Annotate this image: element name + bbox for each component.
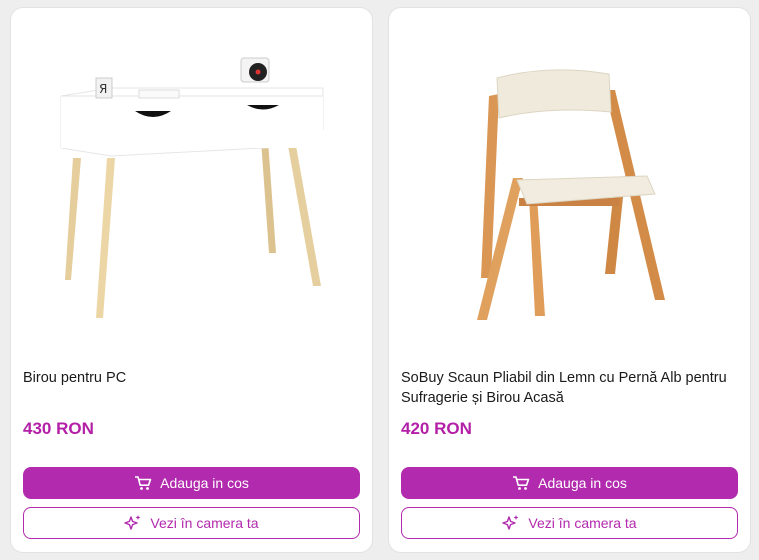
add-to-cart-label: Adauga in cos	[538, 475, 627, 491]
sparkles-icon	[124, 514, 142, 532]
svg-text:Я: Я	[99, 82, 107, 96]
view-in-room-label: Vezi în camera ta	[528, 515, 637, 531]
add-to-cart-label: Adauga in cos	[160, 475, 249, 491]
view-in-room-button[interactable]: Vezi în camera ta	[401, 507, 738, 539]
view-in-room-label: Vezi în camera ta	[150, 515, 259, 531]
cart-icon	[134, 475, 152, 491]
product-title[interactable]: SoBuy Scaun Pliabil din Lemn cu Pernă Al…	[401, 368, 741, 408]
product-card[interactable]: SoBuy Scaun Pliabil din Lemn cu Pernă Al…	[389, 8, 750, 552]
product-image-chair[interactable]	[389, 8, 750, 348]
product-title[interactable]: Birou pentru PC	[23, 368, 363, 388]
product-price: 420 RON	[401, 419, 472, 438]
cart-icon	[512, 475, 530, 491]
add-to-cart-button[interactable]: Adauga in cos	[401, 467, 738, 499]
view-in-room-button[interactable]: Vezi în camera ta	[23, 507, 360, 539]
product-card[interactable]: Я Birou pentru PC 430 RON Adauga in cos …	[11, 8, 372, 552]
sparkles-icon	[502, 514, 520, 532]
product-price: 430 RON	[23, 419, 94, 438]
product-image-desk[interactable]: Я	[11, 8, 372, 348]
add-to-cart-button[interactable]: Adauga in cos	[23, 467, 360, 499]
